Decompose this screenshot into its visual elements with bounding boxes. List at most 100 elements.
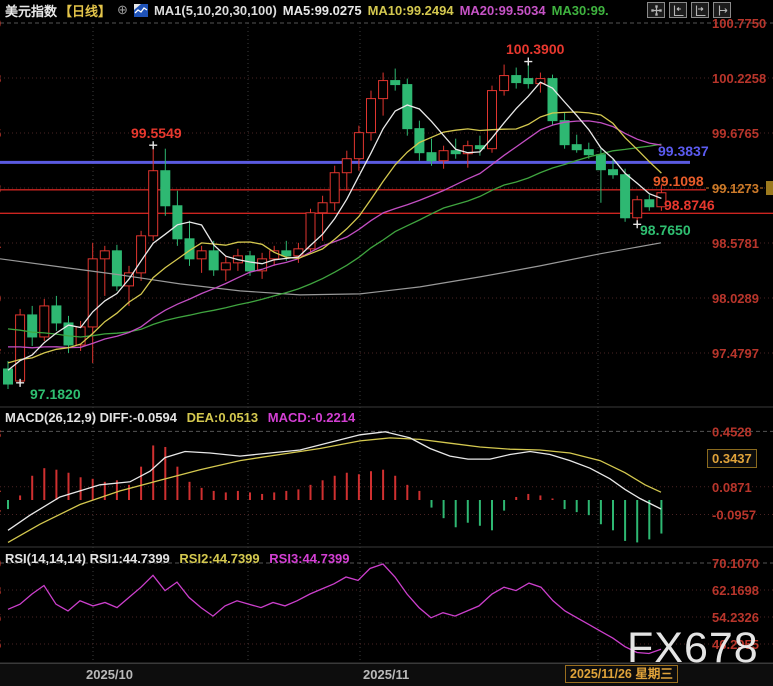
candle-body (161, 171, 170, 206)
add-indicator-icon[interactable]: ⊕ (117, 2, 128, 18)
hline-low-label: 98.8746 (664, 198, 715, 212)
candle-body (318, 203, 327, 213)
candle-body (246, 256, 255, 271)
ma100-line (0, 243, 661, 295)
clipped-left-axis-digit: 5 (0, 126, 1, 141)
ma10-line (8, 112, 661, 363)
candle-body (306, 213, 315, 249)
rsi-line (8, 564, 661, 654)
extreme-cross-marker (149, 141, 157, 149)
clipped-left-axis-digit: 9 (0, 291, 1, 306)
candle-body (609, 170, 618, 175)
clipped-left-axis-digit: 1 (0, 480, 1, 495)
candle-body (391, 81, 400, 85)
candle-body (342, 159, 351, 173)
candle-body (488, 91, 497, 149)
clipped-left-axis-digit: 8 (0, 426, 1, 441)
candle-body (282, 251, 291, 256)
candle-body (584, 150, 593, 155)
low-marker-label-nov: 98.7650 (640, 223, 691, 237)
candle-body (633, 200, 642, 218)
high-marker-label-nov: 100.3900 (506, 42, 564, 56)
price-axis-label: 98.5781 (712, 236, 759, 251)
rsi-header: RSI(14,14,14) RSI1:44.7399 RSI2:44.7399 … (5, 551, 350, 566)
clipped-left-axis-digit: 0 (0, 556, 1, 571)
high-marker-label-oct: 99.5549 (131, 126, 182, 140)
rsi-axis-label: 70.1070 (712, 556, 759, 571)
candle-body (354, 133, 363, 159)
ma20-value: MA20:99.5034 (460, 3, 546, 18)
compress-axis-right-icon[interactable] (691, 2, 709, 18)
candle-body (137, 236, 146, 273)
rsi1-value: RSI1:44.7399 (90, 551, 170, 566)
macd-header: MACD(26,12,9) DIFF:-0.0594 DEA:0.0513 MA… (5, 410, 355, 425)
crosshair-icon[interactable] (647, 2, 665, 18)
macd-macd-value: MACD:-0.2214 (268, 410, 355, 425)
candle-body (367, 99, 376, 133)
macd-axis-label: -0.0957 (712, 508, 756, 523)
ma10-value: MA10:99.2494 (368, 3, 454, 18)
candle-body (173, 206, 182, 239)
rsi3-value: RSI3:44.7399 (269, 551, 349, 566)
ma5-value: MA5:99.0275 (283, 3, 362, 18)
macd-label: MACD(26,12,9) (5, 410, 96, 425)
ma-group-label: MA1(5,10,20,30,100) (154, 3, 277, 18)
candle-body (572, 145, 581, 150)
hline-blue-label: 99.3837 (658, 144, 709, 158)
clipped-left-axis-digit: 5 (0, 637, 1, 652)
candle-body (524, 79, 533, 84)
symbol-name: 美元指数 (5, 1, 57, 20)
watermark-logo: FX678 (627, 626, 759, 670)
candle-body (427, 153, 436, 161)
chart-toolbar (647, 2, 731, 18)
ma20-line (8, 121, 661, 348)
macd-axis-label: 0.0871 (712, 480, 752, 495)
candle-body (76, 327, 85, 345)
candle-body (100, 251, 109, 259)
candle-body (197, 251, 206, 259)
candle-body (16, 315, 25, 381)
rsi-axis-label: 54.2326 (712, 610, 759, 625)
price-axis-label: 97.4797 (712, 346, 759, 361)
time-axis-label-nov: 2025/11 (363, 667, 409, 682)
chart-canvas[interactable]: 100.7750100.225899.676599.127398.578198.… (0, 0, 773, 685)
candle-body (221, 263, 230, 270)
candle-body (330, 173, 339, 203)
candle-body (28, 315, 37, 337)
clipped-left-axis-digit: 7 (0, 346, 1, 361)
candle-body (439, 151, 448, 161)
price-axis-label: 100.2258 (712, 71, 766, 86)
hline-mid-label: 99.1098 (653, 174, 704, 188)
time-axis-label-oct: 2025/10 (86, 667, 133, 682)
candle-body (560, 121, 569, 145)
clipped-left-axis-digit: 8 (0, 583, 1, 598)
candle-body (500, 76, 509, 91)
macd-axis-tag: 0.3437 (707, 449, 757, 468)
candle-body (149, 171, 158, 236)
clipped-left-axis-digit: 1 (0, 236, 1, 251)
low-marker-label-oct: 97.1820 (30, 387, 81, 401)
candle-body (621, 175, 630, 218)
clipped-left-axis-digit: 6 (0, 610, 1, 625)
ma30-value: MA30:99. (552, 3, 609, 18)
chart-app: { "header": { "symbol": "美元指数", "period"… (0, 0, 773, 685)
candle-body (52, 306, 61, 323)
rsi2-value: RSI2:44.7399 (179, 551, 259, 566)
extreme-cross-marker (524, 58, 532, 66)
chart-type-icon[interactable] (134, 4, 148, 17)
candle-body (209, 251, 218, 270)
candle-body (4, 369, 13, 384)
candle-body (645, 200, 654, 207)
period-label: 【日线】 (59, 1, 111, 20)
current-price-tag (766, 181, 773, 195)
candle-body (379, 81, 388, 99)
clipped-left-axis-digit: 7 (0, 507, 1, 522)
clipped-left-axis-digit: 3 (0, 181, 1, 196)
macd-axis-label: 0.4528 (712, 424, 752, 439)
shift-right-icon[interactable] (713, 2, 731, 18)
compress-axis-left-icon[interactable] (669, 2, 687, 18)
price-axis-label: 98.0289 (712, 291, 759, 306)
rsi-label: RSI(14,14,14) (5, 551, 86, 566)
price-axis-label: 99.6765 (712, 126, 759, 141)
rsi-axis-label: 62.1698 (712, 583, 759, 598)
